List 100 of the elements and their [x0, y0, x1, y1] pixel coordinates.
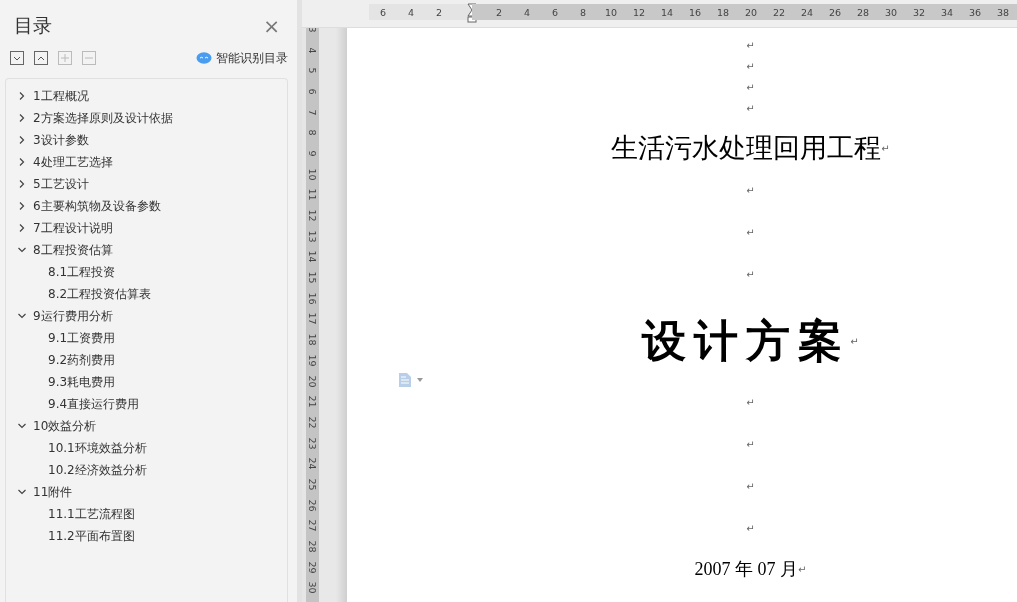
- ruler-number: 4: [307, 47, 318, 54]
- document-heading: 设计方案: [642, 313, 851, 368]
- ruler-number: 6: [307, 88, 318, 95]
- expand-chevron-icon[interactable]: [17, 201, 27, 211]
- close-button[interactable]: ×: [263, 16, 280, 36]
- paragraph-mark: ↵: [881, 142, 890, 154]
- ruler-number: 28: [307, 540, 318, 553]
- caret-icon[interactable]: [417, 378, 423, 382]
- ruler-number: 6: [378, 6, 387, 18]
- ruler-number: 38: [995, 6, 1011, 18]
- ruler-number: 2: [494, 6, 503, 18]
- toc-item[interactable]: 10效益分析: [33, 417, 97, 435]
- ruler-number: 4: [522, 6, 531, 18]
- ruler-number: 36: [967, 6, 983, 18]
- ruler-number: 10: [307, 168, 318, 181]
- toc-item[interactable]: 9运行费用分析: [33, 307, 113, 325]
- ruler-number: 24: [799, 6, 815, 18]
- paragraph-mark: ↵: [746, 522, 755, 534]
- document-date: 2007 年 07 月: [694, 558, 799, 581]
- ruler-number: 22: [771, 6, 787, 18]
- ruler-number: 8: [578, 6, 587, 18]
- ruler-number: 5: [307, 67, 318, 74]
- smart-toc-button[interactable]: 智能识别目录: [196, 49, 288, 67]
- document-title: 生活污水处理回用工程: [611, 131, 882, 165]
- ruler-number: 6: [550, 6, 559, 18]
- ruler-number: 27: [307, 519, 318, 532]
- ruler-number: 20: [307, 375, 318, 388]
- paragraph-mark: ↵: [746, 480, 755, 492]
- toc-item[interactable]: 7工程设计说明: [33, 219, 113, 237]
- ruler-number: 9: [307, 150, 318, 157]
- toc-item[interactable]: 6主要构筑物及设备参数: [33, 197, 161, 215]
- paragraph-mark: ↵: [746, 268, 755, 280]
- toc-item[interactable]: 10.1环境效益分析: [48, 439, 147, 457]
- expand-chevron-icon[interactable]: [17, 91, 27, 101]
- paragraph-mark: ↵: [746, 103, 755, 114]
- ruler-number: 15: [307, 271, 318, 284]
- toc-item[interactable]: 11.2平面布置图: [48, 527, 135, 545]
- ruler-number: 2: [434, 6, 443, 18]
- ruler-number: 18: [715, 6, 731, 18]
- ruler-number: 12: [631, 6, 647, 18]
- ruler-number: 28: [855, 6, 871, 18]
- ruler-number: 11: [307, 188, 318, 201]
- ruler-number: 8: [307, 129, 318, 136]
- paragraph-mark: ↵: [746, 438, 755, 450]
- collapse-chevron-icon[interactable]: [17, 487, 27, 497]
- paragraph-mark: ↵: [746, 82, 755, 93]
- toc-item[interactable]: 1工程概况: [33, 87, 89, 105]
- ruler-number: 13: [307, 230, 318, 243]
- expand-chevron-icon[interactable]: [17, 113, 27, 123]
- toc-item[interactable]: 3设计参数: [33, 131, 89, 149]
- toc-item[interactable]: 9.2药剂费用: [48, 351, 116, 369]
- toc-item[interactable]: 2方案选择原则及设计依据: [33, 109, 173, 127]
- ruler-number: 21: [307, 395, 318, 408]
- toc-item[interactable]: 10.2经济效益分析: [48, 461, 147, 479]
- ruler-number: 18: [307, 333, 318, 346]
- toc-item[interactable]: 9.4直接运行费用: [48, 395, 140, 413]
- toc-item[interactable]: 9.1工资费用: [48, 329, 116, 347]
- toc-item[interactable]: 4处理工艺选择: [33, 153, 113, 171]
- paragraph-mark: ↵: [746, 396, 755, 408]
- panel-title: 目录: [14, 13, 52, 38]
- toc-item[interactable]: 8.1工程投资: [48, 263, 116, 281]
- ruler-number: 17: [307, 312, 318, 325]
- paragraph-mark: ↵: [746, 226, 755, 238]
- ruler-number: 20: [743, 6, 759, 18]
- expand-chevron-icon[interactable]: [17, 157, 27, 167]
- cloud-icon: [196, 52, 212, 64]
- toc-item[interactable]: 11.1工艺流程图: [48, 505, 135, 523]
- collapse-chevron-icon[interactable]: [17, 311, 27, 321]
- ruler-number: 34: [939, 6, 955, 18]
- toc-item[interactable]: 8工程投资估算: [33, 241, 113, 259]
- collapse-chevron-icon[interactable]: [17, 421, 27, 431]
- ruler-number: 7: [307, 109, 318, 116]
- ruler-number: 16: [307, 292, 318, 305]
- ruler-number: 26: [827, 6, 843, 18]
- collapse-chevron-icon[interactable]: [17, 245, 27, 255]
- paragraph-mark: ↵: [798, 563, 807, 575]
- toc-item[interactable]: 11附件: [33, 483, 73, 501]
- ruler-number: 25: [307, 478, 318, 491]
- ruler-number: 29: [307, 561, 318, 574]
- ruler-number: 30: [883, 6, 899, 18]
- ruler-number: 32: [911, 6, 927, 18]
- ruler-number: 4: [406, 6, 415, 18]
- toc-item[interactable]: 9.3耗电费用: [48, 373, 116, 391]
- toc-item[interactable]: 8.2工程投资估算表: [48, 285, 152, 303]
- paragraph-mark: ↵: [850, 335, 859, 347]
- ruler-number: 14: [659, 6, 675, 18]
- paragraph-mark: ↵: [746, 61, 755, 72]
- ruler-number: 14: [307, 250, 318, 263]
- paragraph-mark: ↵: [746, 40, 755, 51]
- toc-item[interactable]: 5工艺设计: [33, 175, 89, 193]
- ruler-number: 19: [307, 354, 318, 367]
- expand-all-button[interactable]: [10, 51, 24, 65]
- ruler-number: 24: [307, 457, 318, 470]
- ruler-number: 12: [307, 209, 318, 222]
- paragraph-mark: ↵: [746, 184, 755, 196]
- expand-chevron-icon[interactable]: [17, 135, 27, 145]
- collapse-all-button[interactable]: [34, 51, 48, 65]
- ruler-number: 23: [307, 437, 318, 450]
- expand-chevron-icon[interactable]: [17, 179, 27, 189]
- expand-chevron-icon[interactable]: [17, 223, 27, 233]
